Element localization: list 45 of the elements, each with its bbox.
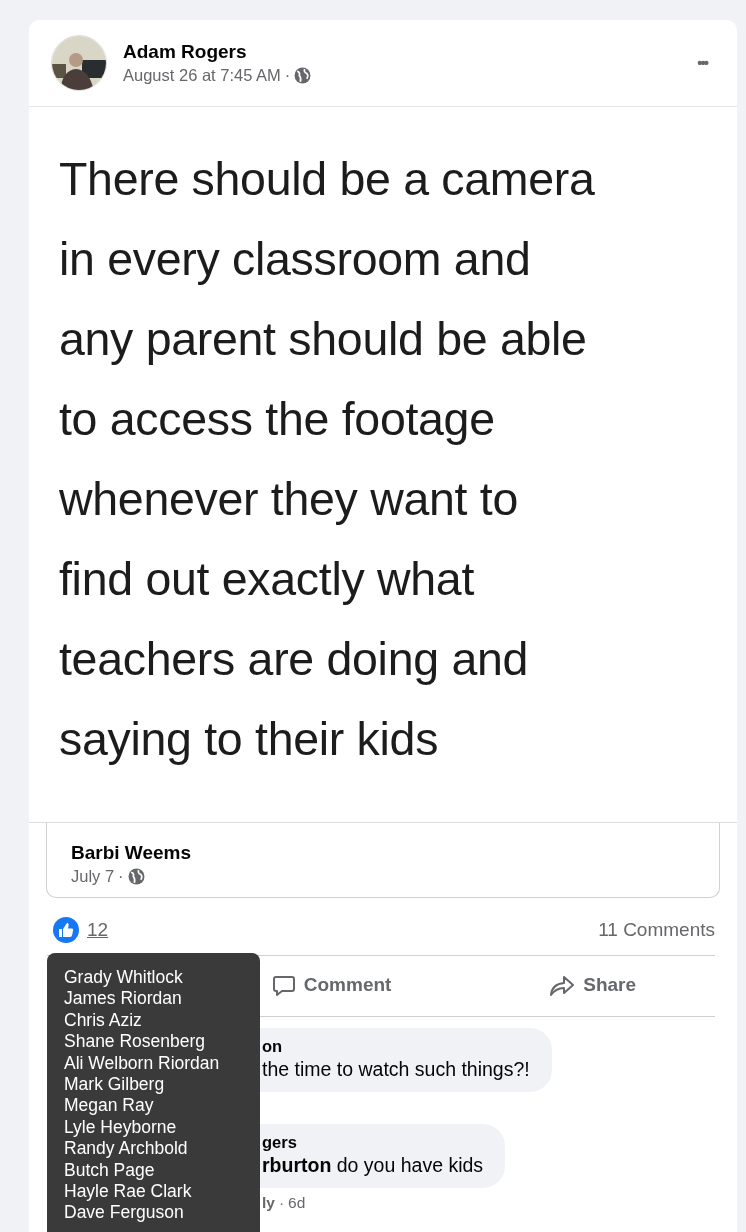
- image-text-line: to access the footage: [59, 392, 496, 447]
- share-arrow-icon: [549, 973, 576, 998]
- reactor-name: Randy Archbold: [64, 1138, 189, 1160]
- reactor-name: Dave Ferguson: [64, 1202, 185, 1224]
- reactor-name: Chris Aziz: [64, 1009, 143, 1032]
- reactor-name: Hayle Rae Clark: [64, 1181, 193, 1203]
- comment-text: the time to watch such things?!: [262, 1056, 530, 1082]
- comment-button[interactable]: Comment: [192, 970, 471, 1001]
- reactor-name: Shane Rosenberg: [64, 1031, 207, 1053]
- comment-time[interactable]: 6d: [288, 1190, 306, 1214]
- speech-bubble-icon: [271, 973, 296, 998]
- reaction-count[interactable]: 12: [87, 916, 109, 945]
- commenter-name[interactable]: gers: [262, 1131, 484, 1152]
- globe-icon: [127, 867, 145, 885]
- author-name[interactable]: Adam Rogers: [123, 40, 678, 64]
- image-text-line: whenever they want to: [59, 472, 519, 527]
- separator-dot: ·: [278, 1192, 285, 1213]
- separator-dot: ·: [118, 866, 124, 887]
- commenter-name[interactable]: on: [262, 1035, 530, 1056]
- separator-dot: ·: [284, 65, 291, 86]
- post-time[interactable]: July 7: [71, 865, 115, 887]
- reply-link[interactable]: ly: [262, 1190, 275, 1214]
- reactor-name: Grady Whitlock: [64, 967, 184, 989]
- image-text-line: any parent should be able: [59, 312, 588, 367]
- reactor-name: James Riordan: [64, 988, 183, 1010]
- post-time[interactable]: August 26 at 7:45 AM: [123, 64, 281, 86]
- shared-image[interactable]: There should be a camera in every classroom and any parent should be able to access the footage whenever they want to find out exactly what teachers are doing and saying to their kids: [29, 106, 737, 823]
- reactor-name: Mark Gilberg: [64, 1074, 166, 1096]
- image-text-line: teachers are doing and: [59, 632, 530, 687]
- reactor-name: Lyle Heyborne: [64, 1116, 178, 1139]
- like-icon: [53, 917, 79, 944]
- globe-icon: [294, 66, 312, 84]
- reactor-name: Ali Welborn Riordan: [64, 1052, 221, 1075]
- comment-text: rburton do you have kids: [262, 1152, 484, 1178]
- share-button[interactable]: Share: [470, 970, 715, 1001]
- reactor-name: Butch Page: [64, 1159, 156, 1182]
- more-button[interactable]: •••: [693, 47, 711, 79]
- image-text-line: find out exactly what: [59, 552, 476, 607]
- comment-count[interactable]: 11 Comments: [598, 916, 715, 945]
- reactor-name: Megan Ray: [64, 1095, 155, 1117]
- image-text-line: saying to their kids: [59, 712, 440, 767]
- author-name[interactable]: Barbi Weems: [71, 841, 695, 865]
- avatar[interactable]: [51, 35, 107, 91]
- image-text-line: There should be a camera: [59, 152, 596, 207]
- image-text-line: in every classroom and: [59, 232, 532, 287]
